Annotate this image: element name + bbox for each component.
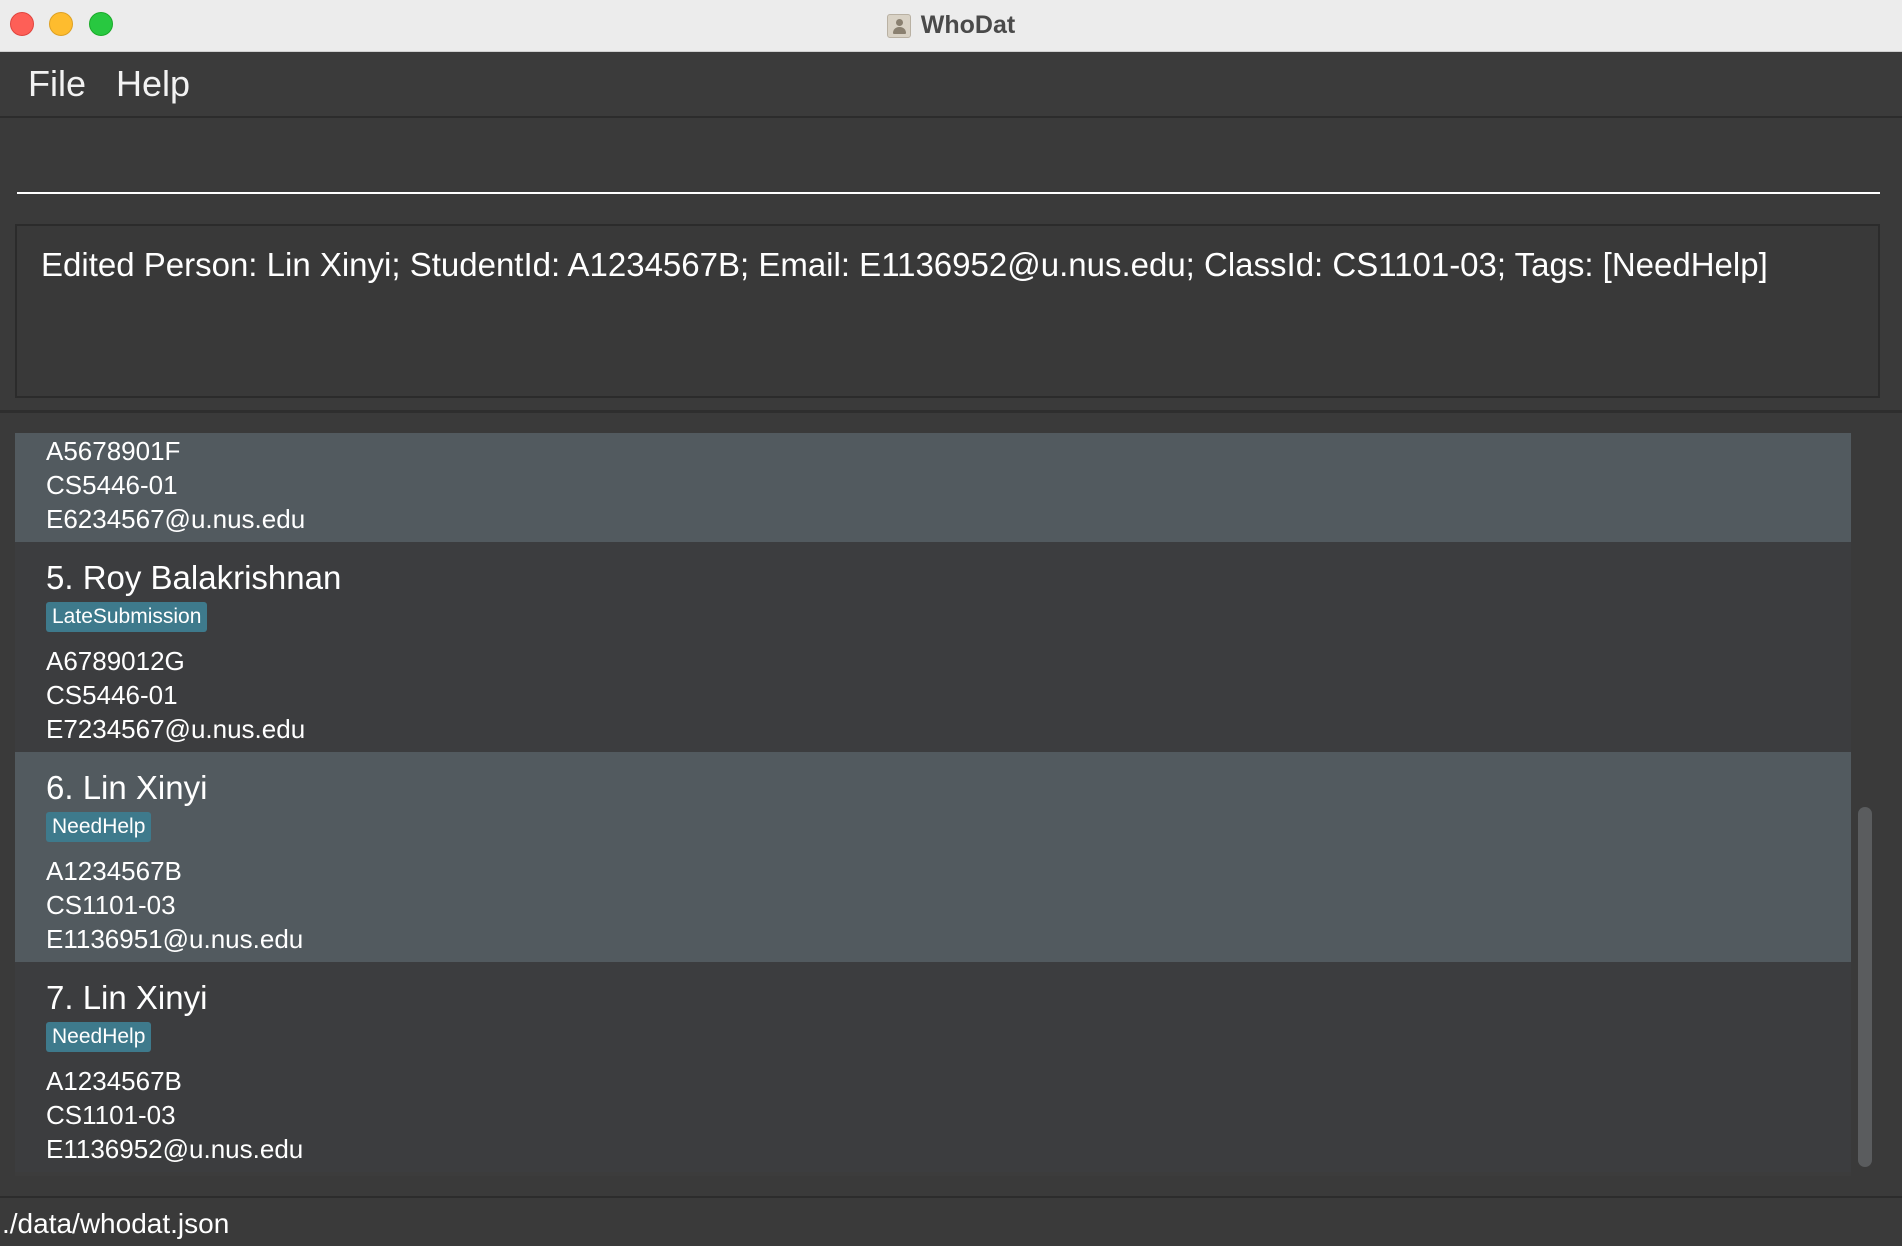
contacts-icon xyxy=(886,13,911,38)
person-card[interactable]: 6. Lin Xinyi NeedHelp A1234567B CS1101-0… xyxy=(15,752,1851,962)
person-card[interactable]: 5. Roy Balakrishnan LateSubmission A6789… xyxy=(15,542,1851,752)
menu-help[interactable]: Help xyxy=(106,63,210,105)
title-bar: WhoDat xyxy=(0,0,1902,52)
person-email: E6234567@u.nus.edu xyxy=(46,504,306,534)
person-tag: NeedHelp xyxy=(46,1022,152,1052)
person-class-id: CS5446-01 xyxy=(46,470,178,500)
person-class-id: CS5446-01 xyxy=(46,680,178,710)
person-student-id: A1234567B xyxy=(46,856,182,886)
window-title-group: WhoDat xyxy=(0,0,1902,51)
person-email: E1136951@u.nus.edu xyxy=(46,924,304,954)
person-name: 7. Lin Xinyi xyxy=(46,979,208,1016)
person-email: E1136952@u.nus.edu xyxy=(46,1134,304,1164)
result-message: Edited Person: Lin Xinyi; StudentId: A12… xyxy=(41,246,1768,283)
person-student-id: A5678901F xyxy=(46,436,181,466)
person-card[interactable]: A5678901F CS5446-01 E6234567@u.nus.edu xyxy=(15,433,1851,542)
person-student-id: A6789012G xyxy=(46,646,185,676)
person-tag: LateSubmission xyxy=(46,602,208,632)
divider xyxy=(0,410,1902,413)
person-email: E7234567@u.nus.edu xyxy=(46,714,306,744)
menu-bar: File Help xyxy=(0,52,1902,118)
result-display: Edited Person: Lin Xinyi; StudentId: A12… xyxy=(15,224,1880,398)
person-name: 5. Roy Balakrishnan xyxy=(46,559,342,596)
person-name: 6. Lin Xinyi xyxy=(46,769,208,806)
person-tag: NeedHelp xyxy=(46,812,152,842)
command-box xyxy=(0,118,1902,210)
scrollbar-thumb[interactable] xyxy=(1858,807,1872,1167)
command-input[interactable] xyxy=(17,136,1880,194)
menu-file[interactable]: File xyxy=(0,63,106,105)
person-list[interactable]: A5678901F CS5446-01 E6234567@u.nus.edu 5… xyxy=(15,433,1851,1176)
person-card[interactable]: 7. Lin Xinyi NeedHelp A1234567B CS1101-0… xyxy=(15,962,1851,1172)
person-class-id: CS1101-03 xyxy=(46,890,176,920)
list-scrollbar[interactable] xyxy=(1856,433,1876,1176)
status-bar: ./data/whodat.json xyxy=(0,1196,1902,1246)
person-student-id: A1234567B xyxy=(46,1066,182,1096)
person-class-id: CS1101-03 xyxy=(46,1100,176,1130)
window-title: WhoDat xyxy=(920,11,1016,39)
data-file-path: ./data/whodat.json xyxy=(2,1208,230,1239)
